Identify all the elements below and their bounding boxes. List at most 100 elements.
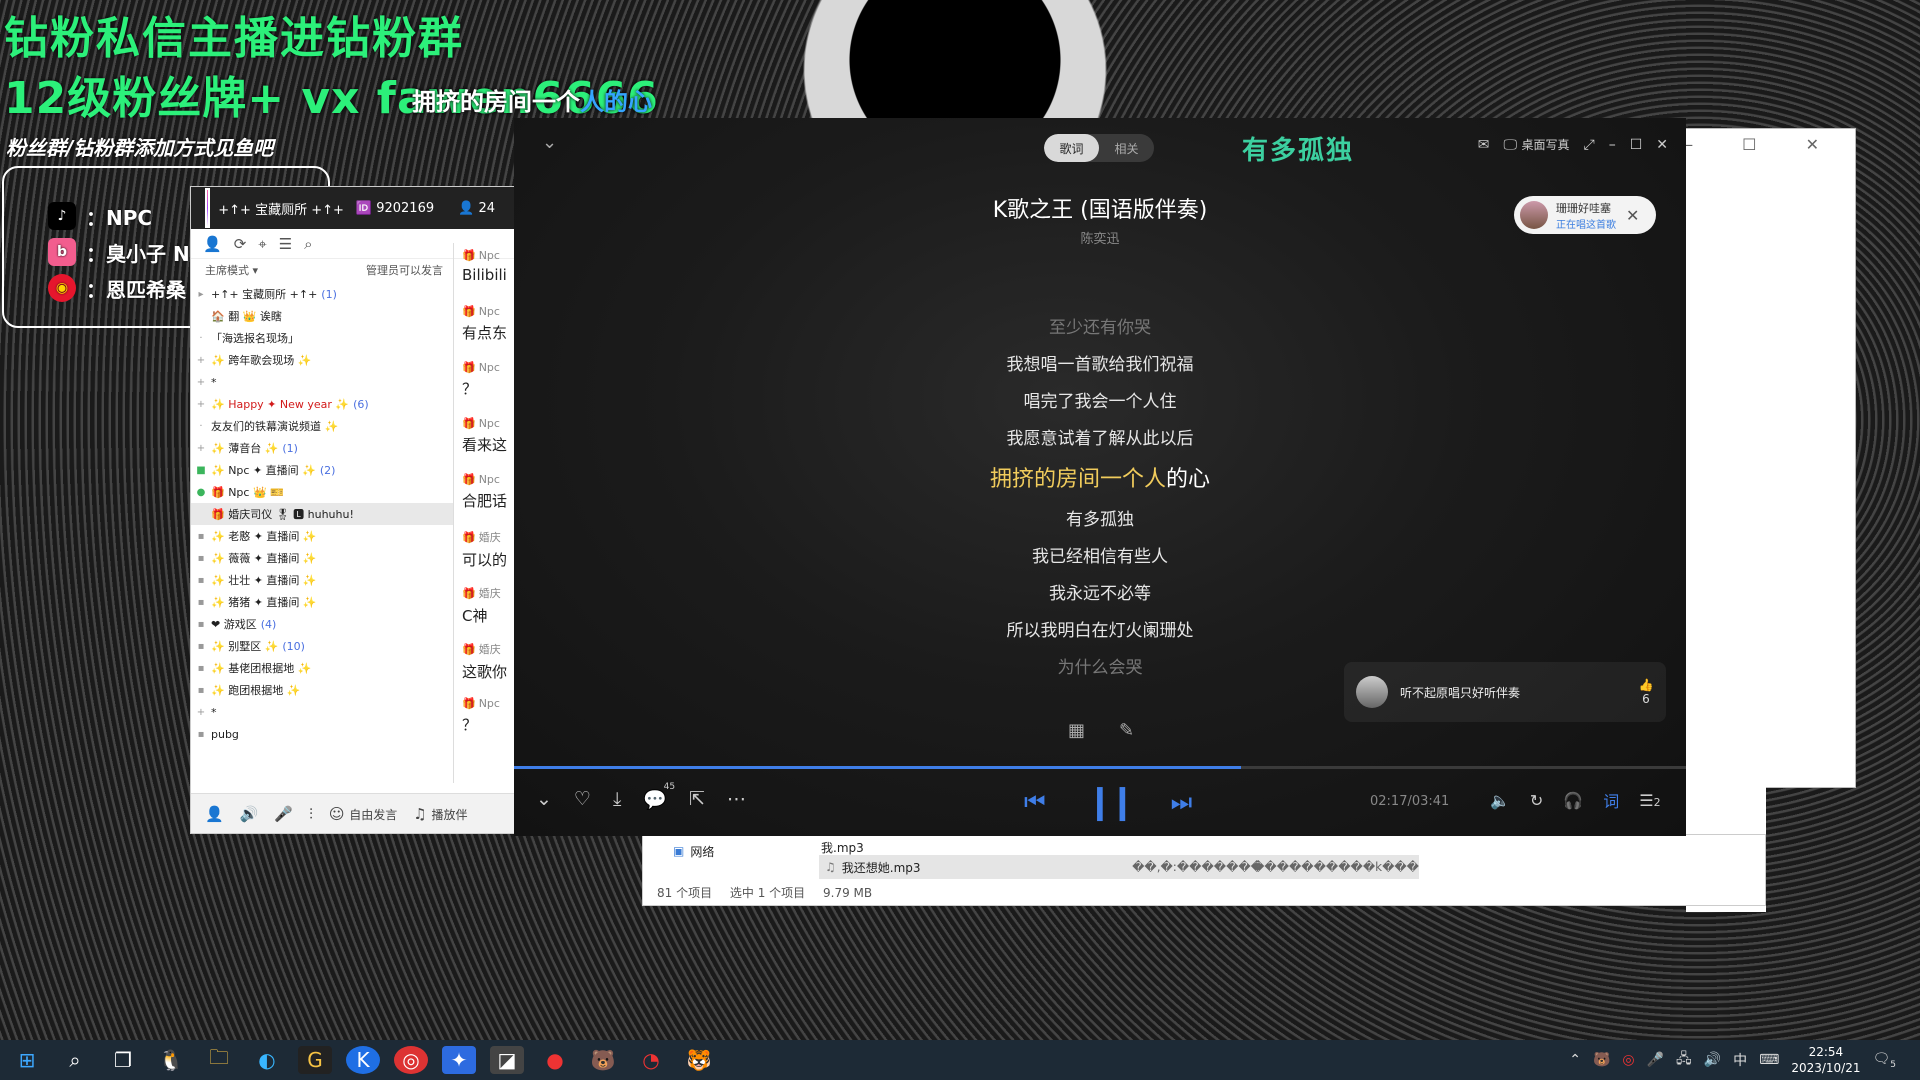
tray-netease-icon[interactable]: ◎	[1622, 1052, 1634, 1068]
tray-app-icon[interactable]: 🐻	[1593, 1052, 1610, 1068]
close-icon[interactable]: ✕	[1656, 137, 1668, 153]
channel-item[interactable]: · 友友们的铁幕演说频道 ✨	[191, 415, 453, 437]
tab-related[interactable]: 相关	[1099, 134, 1154, 162]
notes-icon[interactable]: ☰	[279, 235, 292, 253]
next-icon[interactable]: ⏭	[1171, 788, 1193, 816]
channel-item[interactable]: + ✨ 跨年歌会现场 ✨	[191, 349, 453, 371]
related-comment-card[interactable]: 听不起原唱只好听伴奏 👍 6	[1344, 662, 1666, 722]
lyric-line[interactable]: 我永远不必等	[514, 576, 1686, 613]
qq-icon[interactable]: 🐧	[154, 1046, 188, 1074]
channel-item[interactable]: + *	[191, 701, 453, 723]
channel-item[interactable]: ▪ pubg	[191, 723, 453, 745]
active-app-icon[interactable]: ◪	[490, 1046, 524, 1074]
channel-item[interactable]: ▪ ❤ 游戏区 (4)	[191, 613, 453, 635]
lyric-line[interactable]: 我想唱一首歌给我们祝福	[514, 347, 1686, 384]
lyric-line[interactable]: 至少还有你哭	[514, 310, 1686, 347]
previous-icon[interactable]: ⏮	[1024, 788, 1046, 816]
desktop-lyrics-button[interactable]: 🖵 桌面写真	[1504, 136, 1570, 153]
channel-item[interactable]: ▪ ✨ 猪猪 ✦ 直播间 ✨	[191, 591, 453, 613]
collapse-chevron-icon[interactable]: ⌄	[542, 132, 557, 153]
lyric-line[interactable]: 我已经相信有些人	[514, 539, 1686, 576]
refresh-icon[interactable]: ⟳	[234, 235, 247, 253]
fullscreen-icon[interactable]: ⤢	[1584, 137, 1595, 153]
playlist-button[interactable]: ☰2	[1639, 791, 1660, 810]
channel-item[interactable]: + ✨ Happy ✦ New year ✨ (6)	[191, 393, 453, 415]
tab-lyrics[interactable]: 歌词	[1044, 134, 1099, 162]
channel-item[interactable]: ▪ ✨ 壮壮 ✦ 直播间 ✨	[191, 569, 453, 591]
music-player-window[interactable]: ⌄ 歌词 相关 有多孤独 ✉ 🖵 桌面写真 ⤢ – ☐ ✕ K歌之王 (国语版伴…	[514, 118, 1686, 836]
ime-indicator[interactable]: 中	[1733, 1050, 1747, 1070]
app-red-icon[interactable]: ●	[538, 1046, 572, 1074]
nav-network[interactable]: ▣ 网络	[673, 839, 714, 863]
channel-item[interactable]: + ✨ 薄音台 ✨ (1)	[191, 437, 453, 459]
channel-item[interactable]: ▪ ✨ 别墅区 ✨ (10)	[191, 635, 453, 657]
channel-item[interactable]: ▪ ✨ 老憨 ✦ 直播间 ✨	[191, 525, 453, 547]
lyric-toggle[interactable]: 词	[1603, 788, 1619, 812]
channel-item[interactable]: 🏠 翻 👑 诶瞎	[191, 305, 453, 327]
user-icon[interactable]: 👤	[203, 235, 222, 253]
channel-item[interactable]: ▪ ✨ 基佬团根据地 ✨	[191, 657, 453, 679]
volume-icon[interactable]: 🔊	[1704, 1052, 1721, 1068]
task-view-icon[interactable]: ❐	[106, 1046, 140, 1074]
netease-music-icon[interactable]: ◎	[394, 1046, 428, 1074]
member-item-selected[interactable]: 🎁 婚庆司仪 🎖 🅻 huhuhu!	[191, 503, 453, 525]
mode-select[interactable]: 主席模式 ▾	[205, 262, 258, 278]
channel-item[interactable]: ▪ ✨ 薇薇 ✦ 直播间 ✨	[191, 547, 453, 569]
play-accompaniment-button[interactable]: ♫ 播放伴	[413, 805, 467, 823]
member-item[interactable]: ● 🎁 Npc 👑 🎫	[191, 481, 453, 503]
download-icon[interactable]: ⤓	[613, 788, 621, 811]
app-blue-icon[interactable]: ✦	[442, 1046, 476, 1074]
mixer-icon[interactable]: ⫶	[309, 805, 313, 823]
mail-icon[interactable]: ✉	[1478, 137, 1490, 153]
maximize-icon[interactable]: ☐	[1630, 137, 1643, 153]
poster-icon[interactable]: ▦	[1068, 720, 1085, 741]
file-explorer-window[interactable]: ▣ 网络 我.mp3 ♫ 我还想她.mp3 ��,�:������� �����…	[642, 834, 1766, 906]
song-artist[interactable]: 陈奕迅	[514, 228, 1686, 247]
volume-icon[interactable]: 🔈	[1490, 791, 1510, 810]
clock[interactable]: 22:54 2023/10/21	[1791, 1044, 1860, 1076]
notification-icon[interactable]: 🗨5	[1872, 1051, 1896, 1070]
location-icon[interactable]: ⌖	[258, 235, 266, 253]
speaker-icon[interactable]: 🔊	[240, 805, 259, 823]
channel-item[interactable]: · 「海选报名现场」	[191, 327, 453, 349]
huya-icon[interactable]: 🐯	[682, 1046, 716, 1074]
minimize-icon[interactable]: –	[1609, 137, 1616, 153]
lyric-line[interactable]: 有多孤独	[514, 502, 1686, 539]
tray-expand-icon[interactable]: ⌃	[1569, 1052, 1581, 1068]
file-row-selected[interactable]: ♫ 我还想她.mp3 ��,�:������� ����������k���	[819, 855, 1419, 879]
voice-chat-app-window[interactable]: +↑+ 宝藏厕所 +↑+ 🆔 9202169 👤 24 👤 ⟳ ⌖ ☰ ⌕ 主席…	[190, 186, 520, 834]
app-g-icon[interactable]: G	[298, 1046, 332, 1074]
yy-icon[interactable]: 🐻	[586, 1046, 620, 1074]
lyric-edit-icon[interactable]: ✎	[1119, 720, 1134, 741]
singer-invite-pill[interactable]: 珊珊好哇塞 正在唱这首歌 ✕	[1514, 196, 1656, 234]
mic-icon[interactable]: 🎤	[274, 805, 293, 823]
chevron-down-icon[interactable]: ⌄	[536, 788, 552, 811]
lyric-line[interactable]: 我愿意试着了解从此以后	[514, 421, 1686, 458]
avatar[interactable]: 👤	[205, 805, 224, 823]
pause-icon[interactable]: ❙❙	[1086, 782, 1137, 822]
lyric-line[interactable]: 唱完了我会一个人住	[514, 384, 1686, 421]
background-window-secondary[interactable]	[1686, 310, 1766, 912]
search-icon[interactable]: ⌕	[304, 235, 312, 253]
heart-icon[interactable]: ♡	[574, 788, 591, 811]
edge-icon[interactable]: ◐	[250, 1046, 284, 1074]
channel-item[interactable]: ■ ✨ Npc ✦ 直播间 ✨ (2)	[191, 459, 453, 481]
window-controls[interactable]: – ☐ ✕	[1685, 135, 1841, 154]
kugou-icon[interactable]: K	[346, 1046, 380, 1074]
share-icon[interactable]: ⇱	[689, 788, 705, 811]
search-icon[interactable]: ⌕	[58, 1046, 92, 1074]
channel-item[interactable]: ▪ ✨ 跑团根据地 ✨	[191, 679, 453, 701]
channel-item[interactable]: + *	[191, 371, 453, 393]
progress-bar[interactable]	[514, 766, 1686, 769]
close-icon[interactable]: ✕	[1626, 206, 1639, 225]
headphones-icon[interactable]: 🎧	[1563, 791, 1583, 810]
network-icon[interactable]: 🖧	[1676, 1048, 1692, 1072]
like-button[interactable]: 👍 6	[1626, 678, 1666, 706]
comment-icon[interactable]: 💬 45	[643, 782, 675, 811]
keyboard-icon[interactable]: ⌨	[1759, 1052, 1779, 1068]
tray-mic-icon[interactable]: 🎤	[1647, 1052, 1664, 1068]
more-icon[interactable]: ⋯	[727, 788, 746, 811]
windows-start-icon[interactable]: ⊞	[10, 1046, 44, 1074]
free-speech-button[interactable]: ☺ 自由发言	[329, 805, 397, 823]
folder-icon[interactable]: 🗀	[202, 1045, 236, 1074]
